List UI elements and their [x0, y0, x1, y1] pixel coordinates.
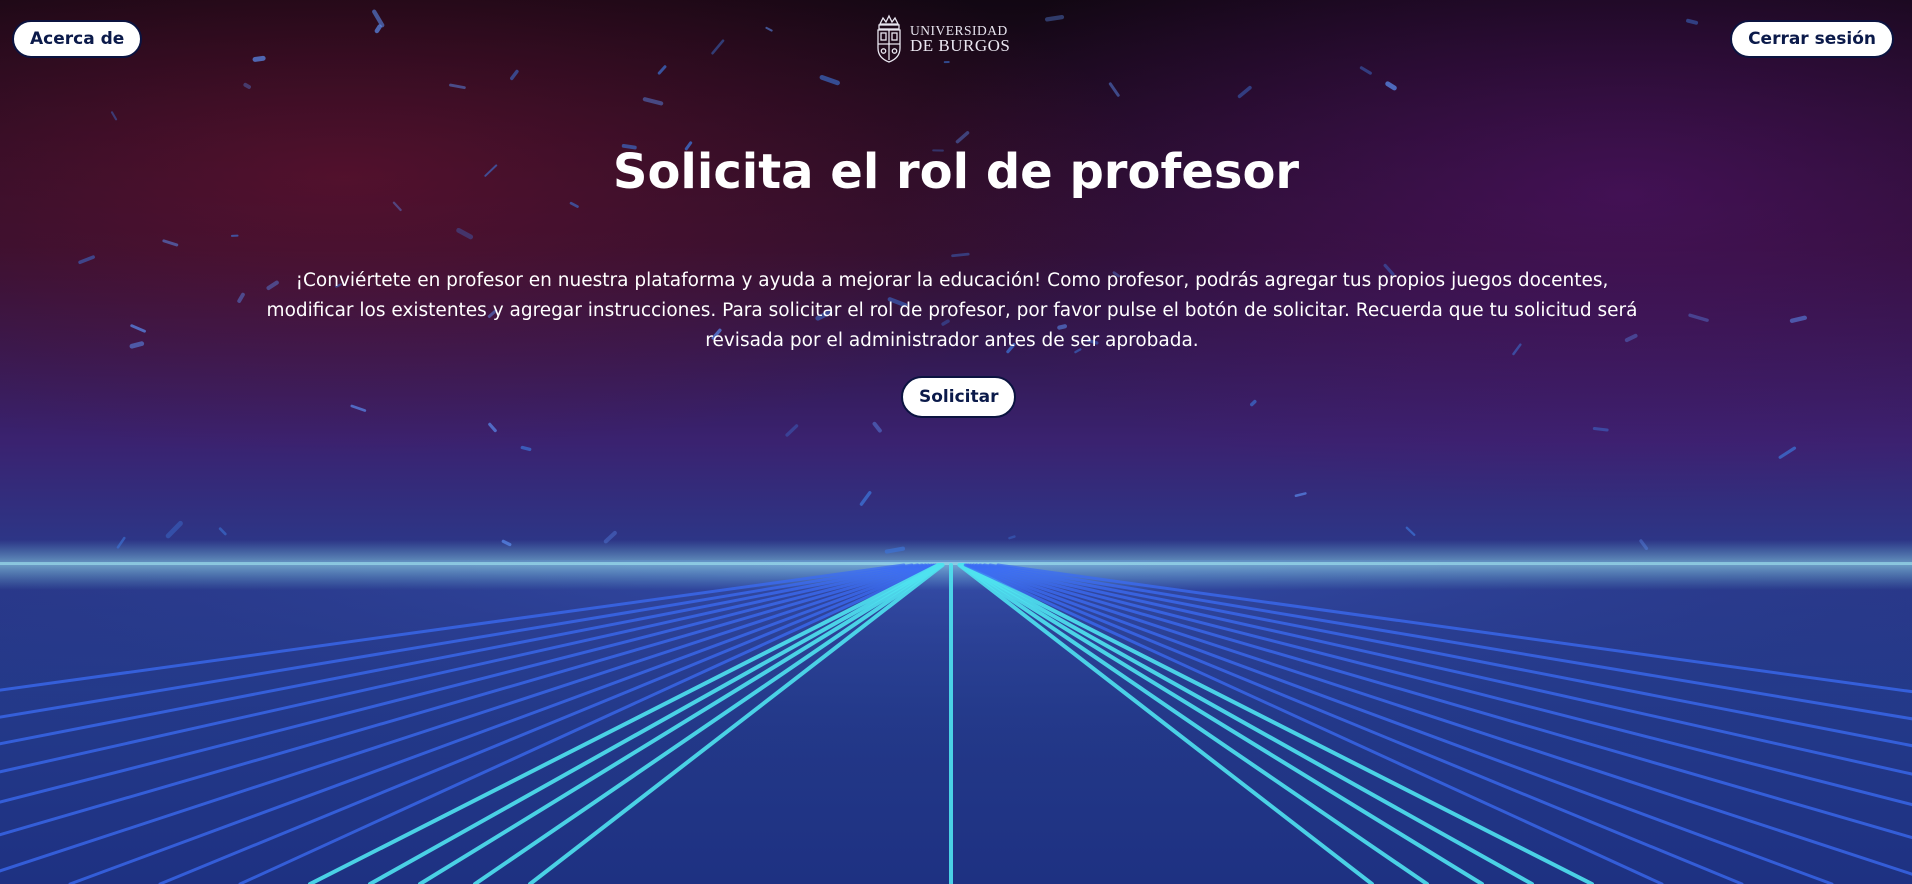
particle — [1778, 446, 1797, 459]
particle — [955, 131, 970, 144]
particle — [252, 55, 266, 62]
page-description: ¡Conviértete en profesor en nuestra plat… — [266, 270, 1638, 351]
particle — [130, 324, 146, 333]
particle — [237, 292, 245, 303]
particle — [819, 74, 840, 86]
particle — [785, 424, 799, 437]
particle — [1688, 313, 1709, 322]
particle — [1008, 535, 1016, 540]
particle — [350, 404, 367, 412]
particle — [372, 9, 385, 28]
page-title: Solicita el rol de profesor — [612, 144, 1300, 200]
logout-button[interactable]: Cerrar sesión — [1730, 20, 1894, 58]
particle — [162, 239, 179, 247]
particle — [872, 421, 882, 433]
logo-text: UNIVERSIDAD DE BURGOS — [910, 24, 1010, 55]
particle — [1686, 18, 1699, 25]
particle — [711, 39, 725, 55]
particle — [129, 341, 145, 349]
particle — [520, 445, 532, 452]
particle — [218, 527, 227, 536]
particle — [510, 69, 519, 81]
logo-line-2: DE BURGOS — [910, 36, 1011, 56]
particle — [449, 83, 466, 90]
logo-line-1: UNIVERSIDAD — [910, 22, 1008, 38]
about-button[interactable]: Acerca de — [12, 20, 143, 58]
university-crest-icon — [877, 14, 901, 63]
particle — [243, 82, 251, 89]
particle — [374, 24, 382, 34]
request-button[interactable]: Solicitar — [901, 376, 1017, 418]
particle — [488, 422, 497, 433]
particle — [165, 520, 183, 539]
particle — [1359, 66, 1372, 75]
particle — [1592, 427, 1609, 432]
particle — [1789, 315, 1807, 323]
particle — [1044, 14, 1065, 22]
particle — [642, 97, 664, 106]
particle — [951, 252, 970, 258]
particle — [1108, 82, 1120, 97]
background-grid-graphic — [0, 9, 1912, 884]
particle — [1405, 526, 1416, 536]
particle — [78, 255, 95, 265]
particle — [1250, 399, 1257, 407]
particle — [859, 491, 872, 506]
particle — [456, 227, 474, 240]
particle — [1294, 492, 1307, 498]
particle — [569, 201, 579, 208]
particle — [1237, 85, 1252, 99]
particle — [657, 65, 667, 75]
particle — [884, 546, 906, 554]
particle — [765, 26, 773, 32]
university-logo: UNIVERSIDAD DE BURGOS — [874, 14, 1010, 64]
particle — [110, 111, 118, 121]
particle — [1385, 81, 1397, 91]
particle — [392, 201, 402, 212]
